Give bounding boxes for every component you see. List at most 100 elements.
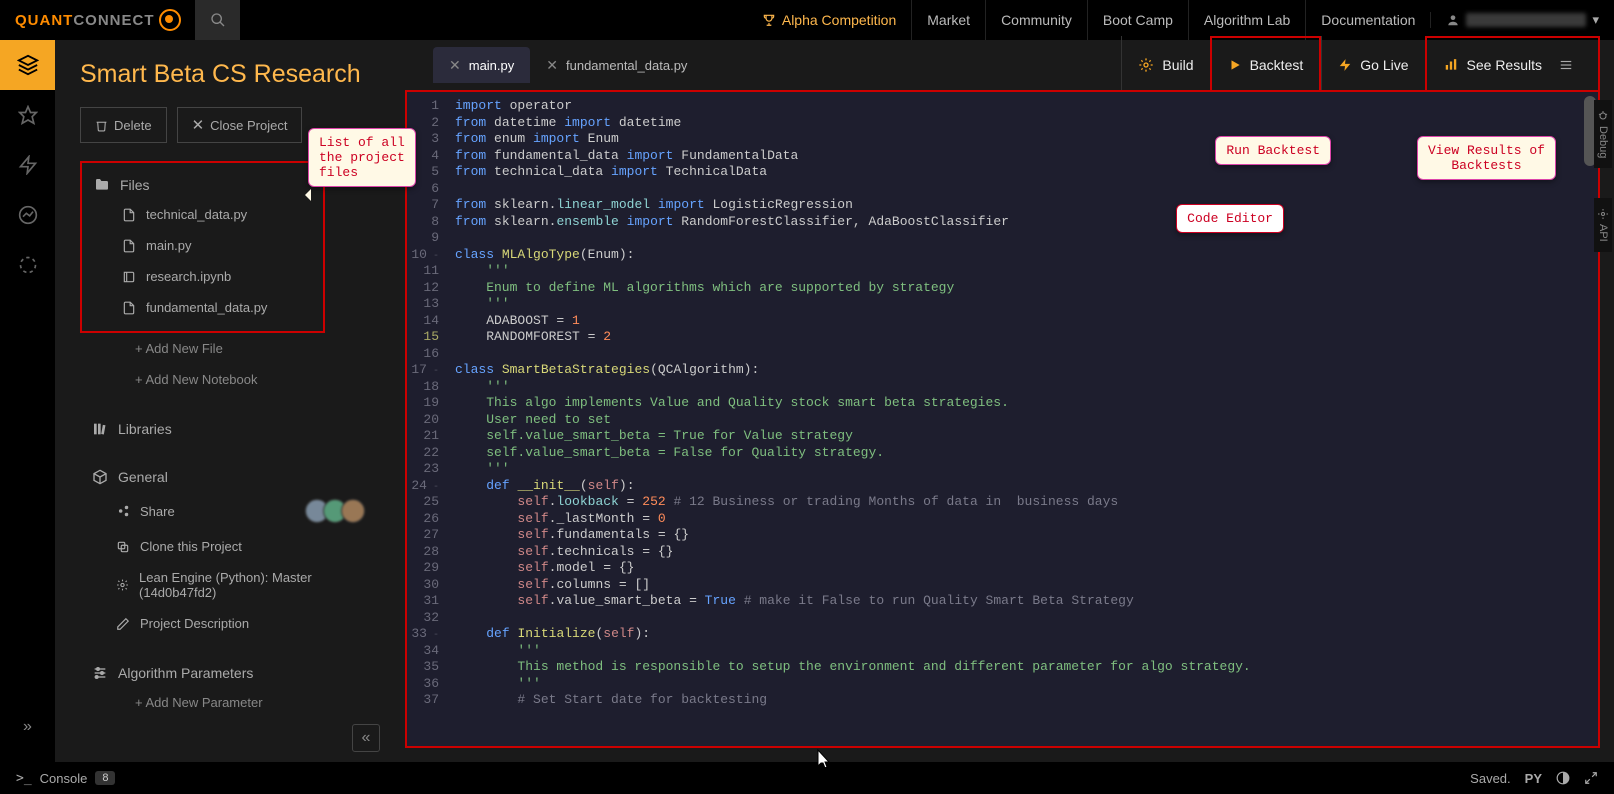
bar-chart-icon [1443, 58, 1459, 72]
top-nav-bar: QUANTCONNECT Alpha Competition Market Co… [0, 0, 1614, 40]
folder-icon [94, 177, 110, 193]
cube-icon [92, 469, 108, 485]
saved-status: Saved. [1470, 771, 1510, 786]
project-description-item[interactable]: Project Description [80, 608, 375, 639]
build-button[interactable]: Build [1121, 36, 1209, 94]
add-new-file[interactable]: + Add New File [80, 333, 395, 364]
search-icon [210, 12, 226, 28]
nav-documentation[interactable]: Documentation [1305, 0, 1430, 40]
callout-view-results: View Results of Backtests [1417, 136, 1556, 180]
alpha-competition-link[interactable]: Alpha Competition [747, 12, 911, 28]
see-results-button[interactable]: See Results [1425, 36, 1600, 94]
general-header[interactable]: General [80, 463, 375, 491]
language-indicator[interactable]: PY [1525, 771, 1542, 786]
go-live-button[interactable]: Go Live [1321, 36, 1424, 94]
status-bar: >_Console 8 Saved. PY [0, 762, 1614, 794]
edit-icon [116, 617, 130, 631]
code-editor-frame: 1234567891011121314151617181920212223242… [405, 90, 1600, 748]
add-new-notebook[interactable]: + Add New Notebook [80, 364, 395, 395]
gear-icon [1138, 57, 1154, 73]
user-menu[interactable]: ▾ [1430, 12, 1614, 28]
bolt-icon [1338, 58, 1352, 72]
editor-tabs-row: ✕ main.py ✕ fundamental_data.py Build Ba… [395, 40, 1614, 90]
rail-bolt[interactable] [0, 140, 55, 190]
search-button[interactable] [195, 0, 240, 40]
contrast-icon [1556, 771, 1570, 785]
chevron-left-icon: « [362, 729, 371, 747]
theme-toggle[interactable] [1556, 771, 1570, 785]
bug-icon [1597, 110, 1609, 122]
close-project-button[interactable]: ✕ Close Project [177, 107, 303, 143]
right-rail: Debug API [1594, 100, 1614, 260]
console-toggle[interactable]: >_Console 8 [16, 771, 115, 786]
file-icon [122, 208, 136, 222]
layers-icon [17, 54, 39, 76]
close-icon: ✕ [192, 116, 205, 134]
rail-chart[interactable] [0, 190, 55, 240]
file-icon [122, 239, 136, 253]
user-icon [1446, 13, 1460, 27]
algorithm-parameters-header[interactable]: Algorithm Parameters [80, 659, 375, 687]
api-icon [1597, 208, 1609, 220]
project-title: Smart Beta CS Research [80, 60, 395, 89]
close-icon[interactable]: ✕ [546, 57, 558, 74]
file-research-ipynb[interactable]: research.ipynb [82, 261, 323, 292]
add-new-parameter[interactable]: + Add New Parameter [80, 687, 375, 718]
file-main[interactable]: main.py [82, 230, 323, 261]
code-editor[interactable]: import operator from datetime import dat… [447, 92, 1598, 746]
logo-text: QUANTCONNECT [15, 12, 155, 29]
trash-icon [95, 119, 108, 132]
avatar [341, 499, 365, 523]
debug-tab[interactable]: Debug [1594, 100, 1612, 168]
collaborator-avatars [311, 499, 365, 523]
fullscreen-toggle[interactable] [1584, 771, 1598, 785]
chevron-right-icon: » [23, 718, 32, 736]
expand-icon [1584, 771, 1598, 785]
editor-area: ✕ main.py ✕ fundamental_data.py Build Ba… [395, 40, 1614, 762]
share-icon [116, 504, 130, 518]
backtest-button[interactable]: Backtest [1210, 36, 1322, 94]
nav-bootcamp[interactable]: Boot Camp [1087, 0, 1188, 40]
clone-project-item[interactable]: Clone this Project [80, 531, 375, 562]
bolt-icon [18, 155, 38, 175]
line-number-gutter: 1234567891011121314151617181920212223242… [407, 92, 447, 746]
top-links: Alpha Competition Market Community Boot … [747, 0, 1614, 40]
files-header[interactable]: Files [82, 171, 323, 199]
tab-main-py[interactable]: ✕ main.py [433, 47, 530, 83]
rail-star[interactable] [0, 90, 55, 140]
console-badge: 8 [95, 771, 115, 785]
nav-algorithm-lab[interactable]: Algorithm Lab [1188, 0, 1305, 40]
file-technical-data[interactable]: technical_data.py [82, 199, 323, 230]
file-icon [122, 301, 136, 315]
chart-icon [18, 205, 38, 225]
lean-engine-item[interactable]: Lean Engine (Python): Master (14d0b47fd2… [80, 562, 375, 608]
books-icon [92, 421, 108, 437]
nav-community[interactable]: Community [985, 0, 1087, 40]
share-item[interactable]: Share [80, 491, 375, 531]
file-fundamental-data[interactable]: fundamental_data.py [82, 292, 323, 323]
close-icon[interactable]: ✕ [449, 57, 461, 74]
play-icon [1228, 58, 1242, 72]
left-icon-rail: » [0, 40, 55, 762]
sidebar-collapse-button[interactable]: « [352, 724, 380, 752]
clone-icon [116, 540, 130, 554]
rail-target[interactable] [0, 240, 55, 290]
logo-icon [159, 9, 181, 31]
nav-market[interactable]: Market [911, 0, 985, 40]
rail-expand[interactable]: » [0, 702, 55, 752]
delete-button[interactable]: Delete [80, 107, 167, 143]
sliders-icon [92, 665, 108, 681]
gear-icon [116, 578, 129, 592]
rail-layers[interactable] [0, 40, 55, 90]
target-icon [18, 255, 38, 275]
libraries-header[interactable]: Libraries [80, 415, 375, 443]
project-sidebar: Smart Beta CS Research Delete ✕ Close Pr… [55, 40, 395, 762]
logo[interactable]: QUANTCONNECT [0, 9, 195, 31]
callout-files-list: List of all the project files [308, 128, 416, 187]
hamburger-icon[interactable] [1550, 48, 1582, 82]
chevron-down-icon: ▾ [1592, 12, 1599, 28]
callout-code-editor: Code Editor [1176, 204, 1284, 233]
username-blurred [1466, 13, 1586, 27]
api-tab[interactable]: API [1594, 198, 1612, 252]
tab-fundamental-data-py[interactable]: ✕ fundamental_data.py [530, 47, 703, 83]
